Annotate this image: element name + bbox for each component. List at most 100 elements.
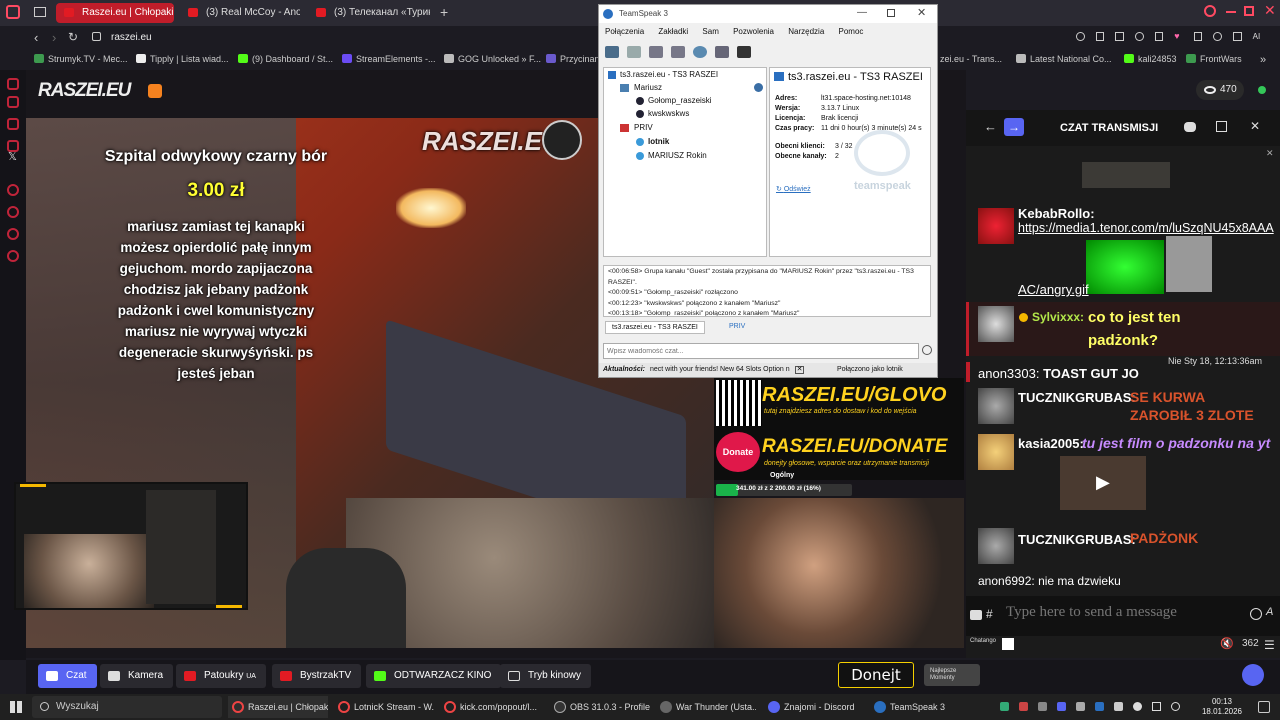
kino-button[interactable]: ODTWARZACZ KINO (366, 664, 502, 688)
chatango-icon[interactable] (1002, 638, 1014, 650)
extension-icon[interactable] (1134, 32, 1144, 41)
clock-date[interactable]: 18.01.2026 (1200, 707, 1244, 716)
bookmark[interactable]: Przycinan (546, 54, 600, 64)
forward-icon[interactable]: › (52, 30, 56, 45)
site-logo[interactable]: RASZEI.EU (38, 80, 131, 102)
ai-icon[interactable]: AI (1253, 32, 1266, 41)
font-icon[interactable]: A (1266, 606, 1273, 618)
video-thumbnail[interactable]: ▶ (1060, 456, 1146, 510)
tab-real-mccoy[interactable]: (3) Real McCoy - Another (180, 3, 300, 23)
sidebar-app-icon[interactable] (7, 228, 19, 240)
sidebar-toggle-icon[interactable] (6, 5, 20, 19)
sidebar-app-icon[interactable] (7, 118, 19, 130)
bookmark[interactable]: (9) Dashboard / St... (238, 54, 333, 64)
tree-channel[interactable]: PRIV (634, 123, 653, 132)
subscribe-icon[interactable] (693, 46, 707, 58)
new-tab-icon[interactable]: + (440, 4, 448, 20)
menu-item[interactable]: Sam (702, 27, 718, 36)
highlights-button[interactable]: Najlepsze Momenty (924, 664, 980, 686)
theater-mode-button[interactable]: Tryb kinowy (500, 664, 591, 688)
popout-icon[interactable] (1216, 121, 1227, 132)
back-icon[interactable]: ‹ (34, 30, 38, 45)
bookmark[interactable]: FrontWars (1186, 54, 1242, 64)
extension-icon[interactable] (1193, 32, 1203, 41)
tree-user[interactable]: MARIUSZ Rokin (648, 151, 707, 160)
tray-icon[interactable] (1095, 702, 1104, 711)
ts-chat-input[interactable] (603, 343, 919, 359)
taskbar-item[interactable]: TeamSpeak 3 (870, 696, 970, 718)
chatango-label[interactable]: Chatango (970, 638, 996, 644)
emoji-icon[interactable] (922, 345, 932, 355)
x-icon[interactable]: 𝕏 (8, 150, 17, 163)
search-icon[interactable] (1204, 5, 1216, 17)
chat-back-icon[interactable]: ← (984, 119, 997, 134)
taskbar-item[interactable]: War Thunder (Usta... (656, 696, 756, 718)
bookmark[interactable]: StreamElements -... (342, 54, 436, 64)
qr-code[interactable] (716, 380, 762, 426)
bookmark[interactable]: Strumyk.TV - Mec... (34, 54, 128, 64)
bookmark[interactable]: Latest National Co... (1016, 54, 1112, 64)
menu-item[interactable]: Zakładki (658, 27, 688, 36)
discord-icon[interactable] (1242, 664, 1264, 686)
chat-link[interactable]: https://media1.tenor.com/m/luSzqNU45x8AA… (1018, 221, 1274, 235)
tree-user[interactable]: lotnik (648, 137, 669, 146)
sidebar-app-icon[interactable] (7, 96, 19, 108)
menu-item[interactable]: Pomoc (839, 27, 864, 36)
glovo-link[interactable]: RASZEI.EU/GLOVO (762, 384, 946, 407)
away-icon[interactable] (649, 46, 663, 58)
patoukry-button[interactable]: Patoukry UA (176, 664, 266, 688)
tray-icon[interactable] (1000, 702, 1009, 711)
menu-item[interactable]: Pozwolenia (733, 27, 774, 36)
mute-icon[interactable]: 🔇 (1220, 637, 1234, 650)
extension-icon[interactable] (1213, 32, 1223, 41)
discord-icon[interactable] (1184, 122, 1196, 132)
sidebar-app-icon[interactable] (7, 78, 19, 90)
taskbar-item[interactable]: LotnicK Stream - W... (334, 696, 434, 718)
dismiss-icon[interactable]: ✕ (1266, 148, 1274, 159)
minimize-icon[interactable]: — (857, 7, 867, 18)
extension-icon[interactable] (1233, 32, 1242, 41)
chat-close-icon[interactable]: ✕ (1250, 119, 1260, 133)
whisper-icon[interactable] (737, 46, 751, 58)
chat-button[interactable]: Czat (38, 664, 97, 688)
play-icon[interactable] (1154, 32, 1164, 41)
hash-icon[interactable]: # (986, 607, 993, 621)
tray-icon[interactable] (1057, 702, 1066, 711)
extension-icon[interactable] (1095, 32, 1105, 41)
tray-icon[interactable] (1019, 702, 1028, 711)
reload-icon[interactable]: ↻ (68, 30, 78, 44)
ts-tab-server[interactable]: ts3.raszei.eu - TS3 RASZEI (605, 321, 705, 334)
extension-icon[interactable] (1076, 32, 1085, 41)
chat-username[interactable]: KebabRollo: (1018, 206, 1095, 221)
sidebar-app-icon[interactable] (7, 184, 19, 196)
contacts-icon[interactable] (715, 46, 729, 58)
refresh-link[interactable]: ↻ Odśwież (776, 185, 811, 193)
camera-icon[interactable] (970, 610, 982, 620)
menu-icon[interactable]: ☰ (1264, 638, 1275, 652)
menu-item[interactable]: Narzędzia (788, 27, 824, 36)
more-bookmarks-icon[interactable]: » (1260, 54, 1266, 66)
close-icon[interactable]: ✕ (917, 6, 926, 19)
tab-raszei[interactable]: Raszei.eu | Chłopaki z Ra... (56, 3, 174, 23)
close-icon[interactable]: ✕ (795, 366, 804, 374)
taskbar-item[interactable]: Raszei.eu | Chłopak... (228, 696, 328, 718)
bookmark[interactable]: Tipply | Lista wiad... (136, 54, 229, 64)
bystrzak-button[interactable]: BystrzakTV (272, 664, 362, 688)
network-icon[interactable] (1152, 702, 1161, 711)
history-icon[interactable] (7, 206, 19, 218)
heart-icon[interactable]: ♥ (1174, 32, 1183, 41)
chat-username[interactable]: Sylvixxx: (1032, 310, 1084, 324)
bookmark[interactable]: GOG Unlocked » F... (444, 54, 541, 64)
bookmark[interactable]: zei.eu - Trans... (940, 54, 1002, 64)
bookmark[interactable]: kali24853 (1124, 54, 1177, 64)
settings-icon[interactable] (7, 250, 19, 262)
connect-icon[interactable] (605, 46, 619, 58)
taskbar-item[interactable]: Znajomi - Discord (764, 696, 864, 718)
tree-user[interactable]: kwskwskws (648, 109, 689, 118)
taskbar-item[interactable]: OBS 31.0.3 - Profile:... (550, 696, 650, 718)
taskbar-item[interactable]: kick.com/popout/l... (440, 696, 540, 718)
mute-mic-icon[interactable] (671, 46, 685, 58)
tree-user[interactable]: Gołomp_raszeiski (648, 96, 712, 105)
tabs-icon[interactable] (34, 7, 46, 17)
extension-icon[interactable] (1115, 32, 1124, 41)
